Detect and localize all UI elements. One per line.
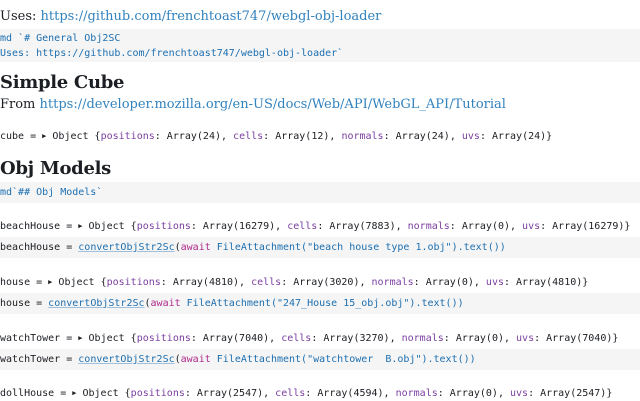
code-await: await (180, 354, 211, 365)
code-tail: ).text()) (409, 298, 464, 309)
heading-simple-cube: Simple Cube (0, 72, 125, 93)
value-cells: : Array(3270), (311, 333, 402, 344)
value-positions: : Array(2547), (184, 388, 276, 399)
value-normals: : Array(0), (437, 388, 510, 399)
md-line-obj-models: md`## Obj Models` (0, 187, 103, 198)
prop-cells: cells (251, 277, 282, 288)
function-name[interactable]: convertObjStr2Sc (78, 354, 174, 365)
value-normals: : Array(0), (449, 221, 523, 232)
uses-prefix: Uses: (0, 9, 37, 24)
prop-uvs: uvs (516, 333, 535, 344)
prop-normals: normals (371, 277, 414, 288)
cube-output[interactable]: cube = ▶ Object {positions: Array(24), c… (0, 129, 552, 144)
model-code-cell[interactable]: beachHouse = convertObjStr2Sc(await File… (0, 237, 640, 258)
value-positions: : Array(16279), (190, 221, 288, 232)
code-var: watchTower = (0, 354, 79, 365)
heading-obj-models: Obj Models (0, 158, 111, 179)
code-await: await (180, 242, 211, 253)
expand-triangle-icon[interactable]: ▶ (72, 389, 76, 397)
value-positions: : Array(4810), (160, 277, 252, 288)
prop-cells: cells (233, 131, 264, 142)
object-label: Object { (52, 131, 101, 142)
value-cells: : Array(4594), (305, 388, 396, 399)
prop-normals: normals (341, 131, 384, 142)
cube-var: cube = (0, 131, 43, 142)
model-var: watchTower = (0, 333, 79, 344)
object-label: Object { (88, 221, 137, 232)
md-line-2: Uses: https://github.com/frenchtoast747/… (0, 48, 344, 59)
object-label: Object { (88, 333, 137, 344)
code-call: FileAttachment( (180, 298, 277, 309)
md-cell-obj-models[interactable]: md`## Obj Models` (0, 182, 640, 203)
code-tail: ).text()) (451, 242, 506, 253)
prop-positions: positions (100, 131, 155, 142)
value-cells: : Array(7883), (317, 221, 408, 232)
code-call: FileAttachment( (210, 354, 308, 365)
prop-positions: positions (136, 333, 191, 344)
prop-uvs: uvs (485, 277, 504, 288)
value-uvs: : Array(2547)} (528, 388, 613, 399)
function-name[interactable]: convertObjStr2Sc (48, 298, 144, 309)
value-normals: : Array(0), (413, 277, 486, 288)
prop-positions: positions (136, 221, 191, 232)
code-var: house = (0, 298, 49, 309)
model-var: beachHouse = (0, 221, 79, 232)
from-prefix: From (0, 97, 36, 112)
model-var: dollHouse = (0, 388, 73, 399)
md-line-1: md `# General Obj2SC (0, 33, 121, 44)
model-var: house = (0, 277, 49, 288)
value-cells: : Array(12), (263, 131, 342, 142)
code-call: FileAttachment( (210, 242, 308, 253)
expand-triangle-icon[interactable]: ▶ (78, 334, 82, 342)
md-cell-general[interactable]: md `# General Obj2SC Uses: https://githu… (0, 29, 640, 62)
prop-uvs: uvs (522, 221, 541, 232)
prop-uvs: uvs (461, 131, 480, 142)
value-uvs: : Array(7040)} (534, 333, 619, 344)
object-label: Object { (82, 388, 131, 399)
value-normals: : Array(24), (383, 131, 462, 142)
value-uvs: : Array(16279)} (540, 221, 631, 232)
prop-cells: cells (275, 388, 306, 399)
code-string: "beach house type 1.obj" (307, 242, 452, 253)
code-tail: ).text()) (421, 354, 476, 365)
object-label: Object { (58, 277, 107, 288)
model-code-cell[interactable]: house = convertObjStr2Sc(await FileAttac… (0, 293, 640, 314)
uses-line: Uses: https://github.com/frenchtoast747/… (0, 9, 381, 24)
prop-normals: normals (401, 333, 444, 344)
from-line: From https://developer.mozilla.org/en-US… (0, 97, 506, 112)
value-uvs: : Array(4810)} (503, 277, 589, 288)
value-positions: : Array(7040), (190, 333, 282, 344)
prop-positions: positions (130, 388, 185, 399)
model-output[interactable]: beachHouse = ▶ Object {positions: Array(… (0, 219, 630, 234)
value-positions: : Array(24), (154, 131, 234, 142)
model-output[interactable]: dollHouse = ▶ Object {positions: Array(2… (0, 386, 612, 401)
expand-triangle-icon[interactable]: ▶ (78, 222, 82, 230)
function-name[interactable]: convertObjStr2Sc (78, 242, 174, 253)
value-uvs: : Array(24)} (479, 131, 553, 142)
expand-triangle-icon[interactable]: ▶ (48, 278, 52, 286)
model-output[interactable]: watchTower = ▶ Object {positions: Array(… (0, 331, 618, 346)
prop-normals: normals (395, 388, 438, 399)
code-string: "247_House 15_obj.obj" (276, 298, 410, 309)
code-string: "watchtower B.obj" (307, 354, 422, 365)
prop-positions: positions (106, 277, 161, 288)
code-await: await (150, 298, 181, 309)
value-cells: : Array(3020), (281, 277, 372, 288)
expand-triangle-icon[interactable]: ▶ (42, 132, 46, 140)
model-code-cell[interactable]: watchTower = convertObjStr2Sc(await File… (0, 349, 640, 370)
code-var: beachHouse = (0, 242, 79, 253)
prop-cells: cells (287, 221, 318, 232)
uses-link[interactable]: https://github.com/frenchtoast747/webgl-… (41, 9, 382, 24)
value-normals: : Array(0), (443, 333, 517, 344)
prop-uvs: uvs (510, 388, 529, 399)
prop-cells: cells (281, 333, 312, 344)
model-output[interactable]: house = ▶ Object {positions: Array(4810)… (0, 275, 588, 290)
prop-normals: normals (407, 221, 450, 232)
from-link[interactable]: https://developer.mozilla.org/en-US/docs… (40, 97, 506, 112)
